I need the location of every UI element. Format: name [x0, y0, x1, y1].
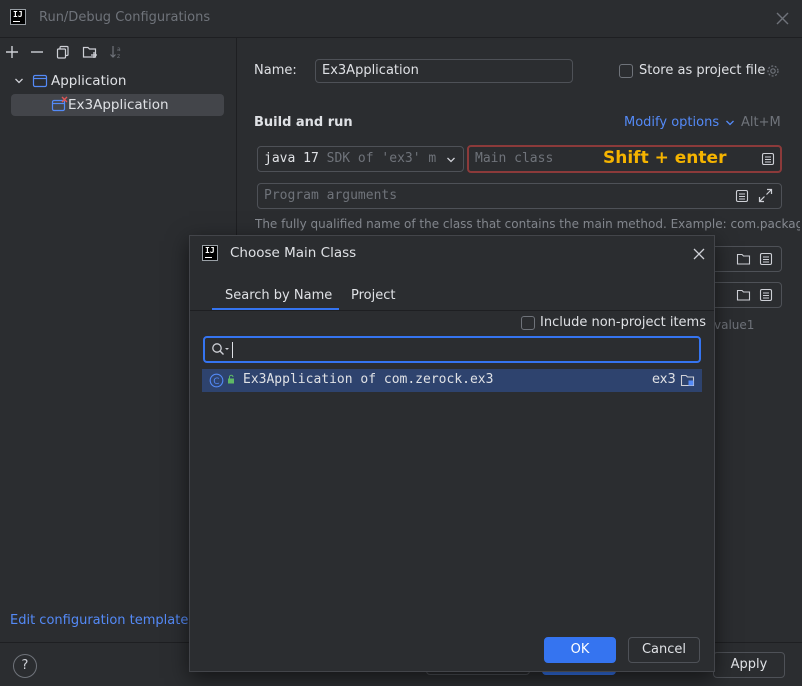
- search-icon: [211, 342, 231, 358]
- tree-item-label: Application: [51, 73, 127, 89]
- tab-divider: [190, 310, 714, 311]
- svg-text:a: a: [117, 46, 121, 53]
- cancel-button[interactable]: Cancel: [628, 637, 700, 663]
- sdk-combo[interactable]: java 17 SDK of 'ex3' m: [257, 146, 464, 172]
- main-class-placeholder: Main class: [475, 151, 554, 166]
- program-arguments-placeholder: Program arguments: [264, 188, 398, 203]
- include-non-project-label: Include non-project items: [540, 315, 706, 330]
- sdk-description: SDK of 'ex3' m: [326, 151, 437, 166]
- folder-add-icon[interactable]: [82, 44, 98, 60]
- apply-button[interactable]: Apply: [713, 652, 785, 678]
- name-value: Ex3Application: [322, 63, 419, 78]
- add-icon[interactable]: [4, 44, 20, 60]
- modify-options-label: Modify options: [624, 115, 720, 130]
- chevron-down-icon[interactable]: [14, 76, 24, 86]
- result-class-name: Ex3Application of com.zerock.ex3: [243, 372, 494, 387]
- expand-text-icon[interactable]: [735, 189, 749, 203]
- edit-templates-link[interactable]: Edit configuration templates...: [10, 613, 208, 628]
- result-module-name: ex3: [652, 372, 676, 387]
- tree-item-application[interactable]: Application: [11, 70, 224, 92]
- modify-options-link[interactable]: Modify options: [624, 115, 735, 130]
- expand-text-icon[interactable]: [759, 288, 773, 302]
- tree-item-label: Ex3Application: [68, 97, 169, 113]
- help-button[interactable]: ?: [13, 654, 37, 678]
- tree-item-ex3application[interactable]: Ex3Application: [11, 94, 224, 116]
- tab-label: Search by Name: [225, 288, 333, 303]
- env-example-text: value1: [714, 318, 755, 332]
- remove-icon[interactable]: [29, 44, 45, 60]
- sort-icon[interactable]: az: [109, 44, 125, 60]
- application-config-error-icon: [51, 96, 69, 114]
- modify-options-shortcut: Alt+M: [741, 115, 781, 130]
- svg-text:C: C: [213, 377, 219, 387]
- include-non-project-checkbox[interactable]: [521, 316, 535, 330]
- window-title: Run/Debug Configurations: [39, 10, 211, 25]
- main-class-help-text: The fully qualified name of the class th…: [255, 217, 800, 231]
- name-field[interactable]: Ex3Application: [315, 59, 573, 83]
- tab-search-by-name[interactable]: Search by Name: [212, 288, 339, 311]
- gear-icon[interactable]: [766, 64, 780, 78]
- folder-icon[interactable]: [736, 288, 751, 302]
- public-access-icon: [226, 374, 236, 384]
- main-class-shortcut-hint: Shift + enter: [603, 148, 727, 168]
- module-folder-icon: [680, 373, 696, 388]
- sdk-version: java 17: [264, 151, 319, 166]
- intellij-logo-icon: IJ: [202, 245, 218, 261]
- application-folder-icon: [32, 73, 48, 89]
- working-directory-field[interactable]: [708, 246, 782, 272]
- store-as-project-file-label: Store as project file: [639, 63, 766, 78]
- folder-icon[interactable]: [736, 252, 751, 266]
- program-arguments-field[interactable]: Program arguments: [257, 183, 782, 209]
- name-label: Name:: [254, 63, 297, 78]
- svg-text:z: z: [117, 53, 120, 60]
- copy-icon[interactable]: [55, 44, 71, 60]
- choose-main-class-dialog: IJ Choose Main Class Search by Name Proj…: [189, 235, 715, 672]
- maximize-icon[interactable]: [758, 188, 773, 203]
- close-icon[interactable]: [776, 12, 789, 25]
- tab-project[interactable]: Project: [351, 288, 395, 310]
- expand-text-icon[interactable]: [759, 252, 773, 266]
- ok-button[interactable]: OK: [544, 637, 616, 663]
- main-class-field[interactable]: Main class Shift + enter: [467, 145, 782, 173]
- tab-label: Project: [351, 288, 396, 303]
- class-icon: C: [209, 373, 224, 388]
- close-icon[interactable]: [693, 248, 705, 260]
- dialog-title: Choose Main Class: [230, 245, 357, 261]
- list-item[interactable]: C Ex3Application of com.zerock.ex3 ex3: [202, 369, 702, 392]
- browse-list-icon[interactable]: [761, 152, 775, 166]
- build-and-run-heading: Build and run: [254, 115, 353, 130]
- chevron-down-icon: [446, 155, 456, 165]
- store-as-project-file-checkbox[interactable]: [619, 64, 633, 78]
- text-cursor: [232, 342, 233, 358]
- title-bar: IJ Run/Debug Configurations: [0, 0, 802, 38]
- environment-variables-field[interactable]: [708, 282, 782, 308]
- class-search-input[interactable]: [203, 336, 701, 363]
- intellij-logo-icon: IJ: [10, 9, 26, 25]
- chevron-down-icon: [725, 118, 735, 128]
